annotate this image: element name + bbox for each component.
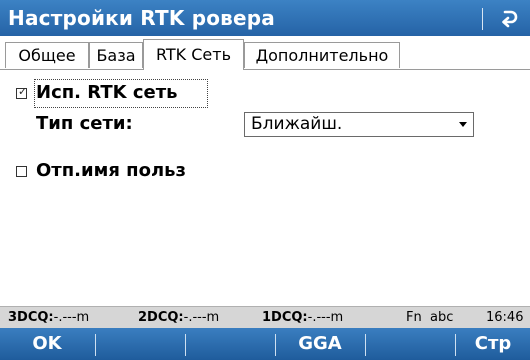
status-3dcq: 3DCQ:-.---m xyxy=(8,307,89,329)
status-1dcq: 1DCQ:-.---m xyxy=(262,307,343,329)
status-input-mode[interactable]: abc xyxy=(430,307,453,329)
network-type-value: Ближайш. xyxy=(251,114,343,134)
status-3dcq-label: 3DCQ: xyxy=(8,310,54,325)
status-2dcq: 2DCQ:-.---m xyxy=(138,307,219,329)
use-rtk-network-label[interactable]: Исп. RTK сеть xyxy=(36,81,178,105)
tab-rtk-network[interactable]: RTK Сеть xyxy=(143,39,244,71)
network-type-label: Тип сети: xyxy=(36,113,133,134)
tab-strip-line xyxy=(0,69,530,70)
status-3dcq-value: -.---m xyxy=(53,310,90,325)
softkey-3-button[interactable] xyxy=(186,328,274,360)
network-type-select[interactable]: Ближайш. xyxy=(244,112,474,137)
show-user-name-label[interactable]: Отп.имя польз xyxy=(36,159,186,183)
checkmark-icon: ✓ xyxy=(18,85,28,98)
status-time: 16:46 xyxy=(486,310,524,325)
gga-button[interactable]: GGA xyxy=(276,328,364,360)
back-arrow-icon xyxy=(502,10,518,28)
status-fn[interactable]: Fn xyxy=(406,307,422,329)
status-1dcq-value: -.---m xyxy=(307,310,344,325)
tab-general[interactable]: Общее xyxy=(5,42,89,68)
title-bar: Настройки RTK ровера xyxy=(0,0,530,36)
tab-advanced[interactable]: Дополнительно xyxy=(244,42,400,68)
softkey-2-button[interactable] xyxy=(96,328,184,360)
page-button[interactable]: Стр xyxy=(456,328,530,360)
use-rtk-network-checkbox[interactable]: ✓ xyxy=(16,85,28,99)
ok-button[interactable]: OK xyxy=(0,328,94,360)
status-2dcq-label: 2DCQ: xyxy=(138,310,184,325)
back-button[interactable] xyxy=(492,2,526,34)
dropdown-arrow-icon xyxy=(459,122,467,127)
softkey-bar: OK GGA Стр xyxy=(0,328,530,360)
title-divider xyxy=(482,8,483,30)
softkey-5-button[interactable] xyxy=(366,328,454,360)
status-1dcq-label: 1DCQ: xyxy=(262,310,308,325)
tab-base[interactable]: База xyxy=(89,42,143,68)
status-bar: 3DCQ:-.---m 2DCQ:-.---m 1DCQ:-.---m Fn a… xyxy=(0,306,530,329)
status-2dcq-value: -.---m xyxy=(183,310,220,325)
page-title: Настройки RTK ровера xyxy=(8,6,275,30)
show-user-name-checkbox[interactable] xyxy=(16,166,27,177)
